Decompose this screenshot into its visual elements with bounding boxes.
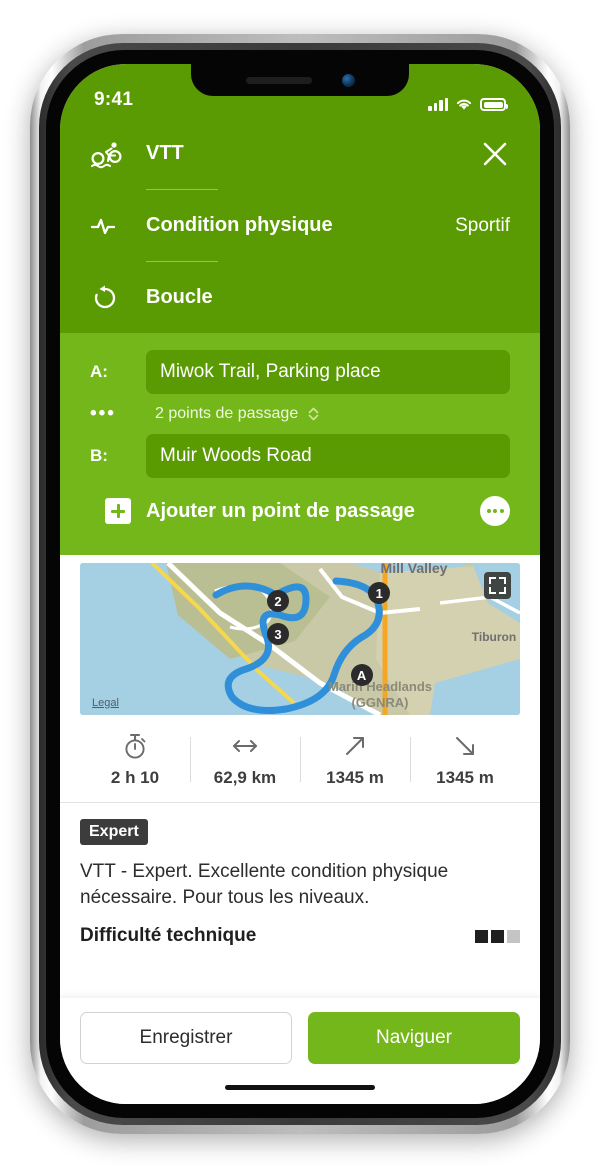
- signal-bars-icon: [428, 98, 448, 111]
- map-marker-2[interactable]: 2: [267, 590, 289, 612]
- stat-duration: 2 h 10: [80, 731, 190, 788]
- route-stats: 2 h 10 62,9 km 1345 m 1345 m: [60, 715, 540, 803]
- stat-ascent-value: 1345 m: [326, 768, 384, 787]
- technical-difficulty-label: Difficulté technique: [80, 925, 257, 947]
- status-clock: 9:41: [94, 89, 134, 110]
- stat-descent-value: 1345 m: [436, 768, 494, 787]
- heart-rate-icon: [90, 215, 146, 237]
- loop-route-icon: [90, 283, 146, 313]
- stat-descent: 1345 m: [410, 731, 520, 788]
- technical-difficulty-row[interactable]: Difficulté technique: [60, 911, 540, 958]
- save-button[interactable]: Enregistrer: [80, 1012, 292, 1064]
- phone-frame: 9:41 VTT Condition physique Sportif Bouc…: [30, 34, 570, 1134]
- map-marker-3[interactable]: 3: [267, 623, 289, 646]
- map-section: Mill Valley Tiburon Marin Headlands (GGN…: [60, 555, 540, 715]
- map-marker-a[interactable]: A: [350, 664, 373, 687]
- activity-type-label: VTT: [146, 142, 184, 164]
- svg-text:Marin Headlands: Marin Headlands: [328, 679, 432, 694]
- waypoint-middle-row[interactable]: ••• 2 points de passage: [90, 397, 510, 431]
- waypoint-start-key: A:: [90, 362, 108, 381]
- fullscreen-expand-icon[interactable]: [484, 572, 511, 599]
- map-graphic: Mill Valley Tiburon Marin Headlands (GGN…: [80, 563, 520, 715]
- distance-arrows-icon: [190, 731, 300, 761]
- add-waypoint-label: Ajouter un point de passage: [146, 499, 415, 522]
- waypoint-end-key: B:: [90, 446, 108, 465]
- description-section: Expert VTT - Expert. Excellente conditio…: [60, 803, 540, 912]
- waypoint-end-input[interactable]: [146, 434, 510, 478]
- close-icon[interactable]: [480, 139, 510, 169]
- battery-full-icon: [480, 98, 508, 111]
- descent-arrow-icon: [410, 731, 520, 761]
- more-options-icon[interactable]: [480, 496, 510, 526]
- route-map[interactable]: Mill Valley Tiburon Marin Headlands (GGN…: [80, 563, 520, 715]
- status-indicators: [428, 97, 508, 111]
- ascent-arrow-icon: [300, 731, 410, 761]
- header-row-activity[interactable]: VTT: [90, 118, 510, 189]
- waypoint-start-input[interactable]: [146, 350, 510, 394]
- map-marker-1[interactable]: 1: [368, 582, 391, 605]
- navigate-button[interactable]: Naviguer: [308, 1012, 520, 1064]
- ellipsis-icon: •••: [90, 403, 116, 424]
- add-waypoint-row[interactable]: Ajouter un point de passage: [90, 485, 510, 537]
- fitness-label: Condition physique: [146, 214, 333, 236]
- screenshot-stage: 9:41 VTT Condition physique Sportif Bouc…: [0, 0, 600, 1168]
- svg-text:(GGNRA): (GGNRA): [351, 695, 408, 710]
- waypoint-end-row: B:: [90, 431, 510, 481]
- plus-icon[interactable]: [105, 498, 131, 524]
- earpiece-speaker-icon: [245, 76, 312, 84]
- phone-screen: 9:41 VTT Condition physique Sportif Bouc…: [60, 64, 540, 1104]
- waypoints-section: A: ••• 2 points de passage: [60, 333, 540, 555]
- waypoint-count-label: 2 points de passage: [155, 405, 299, 422]
- route-type-label: Boucle: [146, 286, 213, 308]
- app-content: 9:41 VTT Condition physique Sportif Bouc…: [60, 64, 540, 1104]
- mountain-bike-icon: [90, 139, 146, 169]
- map-legal-link[interactable]: Legal: [92, 697, 119, 709]
- difficulty-rating-squares: [475, 929, 520, 943]
- stat-duration-value: 2 h 10: [110, 768, 160, 787]
- difficulty-badge: Expert: [80, 819, 148, 845]
- phone-notch: [191, 64, 409, 96]
- front-camera-icon: [341, 73, 355, 87]
- home-indicator[interactable]: [225, 1085, 375, 1090]
- waypoint-start-row: A:: [90, 347, 510, 397]
- stat-distance-value: 62,9 km: [213, 768, 277, 787]
- fitness-value: Sportif: [455, 214, 510, 236]
- svg-text:Tiburon: Tiburon: [472, 630, 516, 644]
- header-row-fitness[interactable]: Condition physique Sportif: [90, 190, 510, 261]
- stepper-updown-icon[interactable]: [307, 406, 320, 422]
- activity-header: VTT Condition physique Sportif Boucle: [60, 118, 540, 333]
- phone-band: 9:41 VTT Condition physique Sportif Bouc…: [39, 43, 561, 1125]
- phone-bezel: 9:41 VTT Condition physique Sportif Bouc…: [46, 50, 554, 1118]
- svg-text:Mill Valley: Mill Valley: [381, 563, 448, 576]
- stopwatch-icon: [80, 731, 190, 761]
- wifi-icon: [456, 99, 472, 110]
- stat-distance: 62,9 km: [190, 731, 300, 788]
- stat-ascent: 1345 m: [300, 731, 410, 788]
- header-row-route-type[interactable]: Boucle: [90, 262, 510, 333]
- description-text: VTT - Expert. Excellente condition physi…: [80, 861, 449, 909]
